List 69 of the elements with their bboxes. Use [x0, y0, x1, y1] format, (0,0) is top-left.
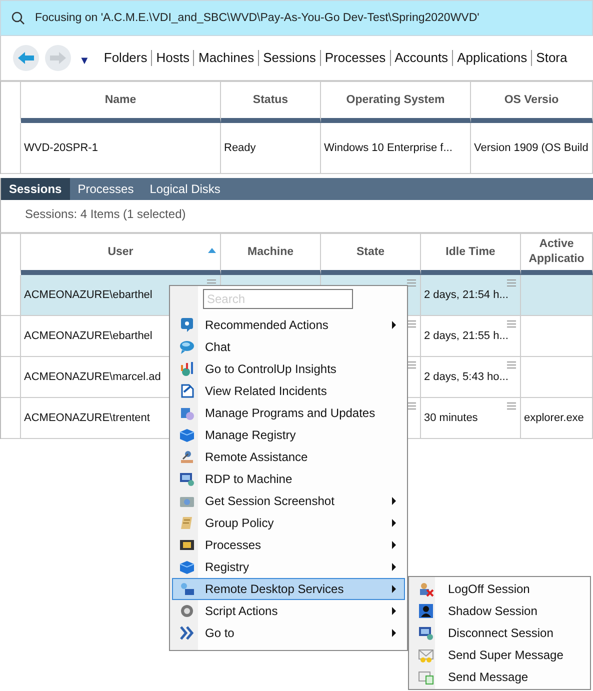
search-icon — [11, 11, 25, 25]
table-cell: explorer.exe — [521, 398, 593, 439]
table-cell: WVD-20SPR-1 — [21, 123, 221, 174]
back-arrow-icon — [17, 51, 35, 65]
history-dropdown[interactable]: ▼ — [77, 55, 100, 67]
tab[interactable]: Logical Disks — [142, 178, 228, 200]
nav-link[interactable]: Folders — [100, 50, 152, 66]
nav-link[interactable]: Applications — [453, 50, 532, 66]
menu-item[interactable]: RDP to Machine — [172, 468, 405, 490]
column-menu-icon — [507, 320, 516, 328]
cube-icon — [179, 427, 195, 443]
star-badge-icon — [179, 317, 195, 333]
column-menu-icon — [407, 361, 416, 369]
menu-item[interactable]: Go to — [172, 622, 405, 644]
chip-icon — [179, 537, 195, 553]
table-cell: 30 minutes — [421, 398, 521, 439]
forward-arrow-icon — [49, 51, 67, 65]
envelope-star-icon — [418, 647, 434, 663]
focus-path: Focusing on 'A.C.M.E.\VDI_and_SBC\WVD\Pay-As-You-Go Dev-Test\Spring2020WVD' — [35, 12, 480, 24]
column-menu-icon — [407, 402, 416, 410]
table-cell: Windows 10 Enterprise f... — [321, 123, 471, 174]
nav-link[interactable]: Processes — [320, 50, 391, 66]
column-menu-icon — [407, 320, 416, 328]
logoff-user-icon — [418, 581, 434, 597]
column-menu-icon — [507, 402, 516, 410]
table-cell: 2 days, 5:43 ho... — [421, 357, 521, 398]
document-icon — [179, 383, 195, 399]
package-icon — [179, 405, 195, 421]
bar-chart-icon — [179, 361, 195, 377]
back-button[interactable] — [13, 45, 39, 71]
tab[interactable]: Sessions — [1, 178, 70, 200]
chevrons-icon — [179, 625, 195, 641]
monitor-icon — [418, 625, 434, 641]
gear-icon — [179, 603, 195, 619]
menu-item[interactable]: Remote Assistance — [172, 446, 405, 468]
menu-item[interactable]: LogOff Session — [411, 578, 588, 600]
menu-item[interactable]: Group Policy — [172, 512, 405, 534]
hand-icon — [179, 449, 195, 465]
menu-item[interactable]: Registry — [172, 556, 405, 578]
monitor-icon — [179, 471, 195, 487]
nav-link[interactable]: Stora — [532, 50, 572, 66]
column-menu-icon — [507, 279, 516, 287]
scroll-icon — [179, 515, 195, 531]
forward-button[interactable] — [45, 45, 71, 71]
menu-item[interactable]: Disconnect Session — [411, 622, 588, 644]
item-count: Sessions: 4 Items (1 selected) — [25, 207, 186, 221]
table-cell: 2 days, 21:55 h... — [421, 316, 521, 357]
person-icon — [418, 603, 434, 619]
speech-bubble-icon — [179, 339, 195, 355]
envelope-icon — [418, 669, 434, 685]
cube-icon — [179, 559, 195, 575]
nav-link[interactable]: Accounts — [390, 50, 454, 66]
menu-item[interactable]: Send Message — [411, 666, 588, 688]
column-menu-icon — [407, 279, 416, 287]
tab[interactable]: Processes — [70, 178, 142, 200]
nav-link[interactable]: Machines — [194, 50, 260, 66]
table-cell: 2 days, 21:54 h... — [421, 275, 521, 316]
menu-item[interactable]: Get Session Screenshot — [172, 490, 405, 512]
column-menu-icon — [507, 361, 516, 369]
menu-item[interactable]: Shadow Session — [411, 600, 588, 622]
menu-item[interactable]: Processes — [172, 534, 405, 556]
menu-item[interactable]: Remote Desktop Services — [172, 578, 405, 600]
nav-link[interactable]: Sessions — [259, 50, 321, 66]
table-cell: Version 1909 (OS Build — [471, 123, 593, 174]
network-icon — [179, 581, 195, 597]
table-cell: Ready — [221, 123, 321, 174]
menu-item[interactable]: Send Super Message — [411, 644, 588, 666]
menu-item[interactable]: Script Actions — [172, 600, 405, 622]
nav-link[interactable]: Hosts — [152, 50, 194, 66]
